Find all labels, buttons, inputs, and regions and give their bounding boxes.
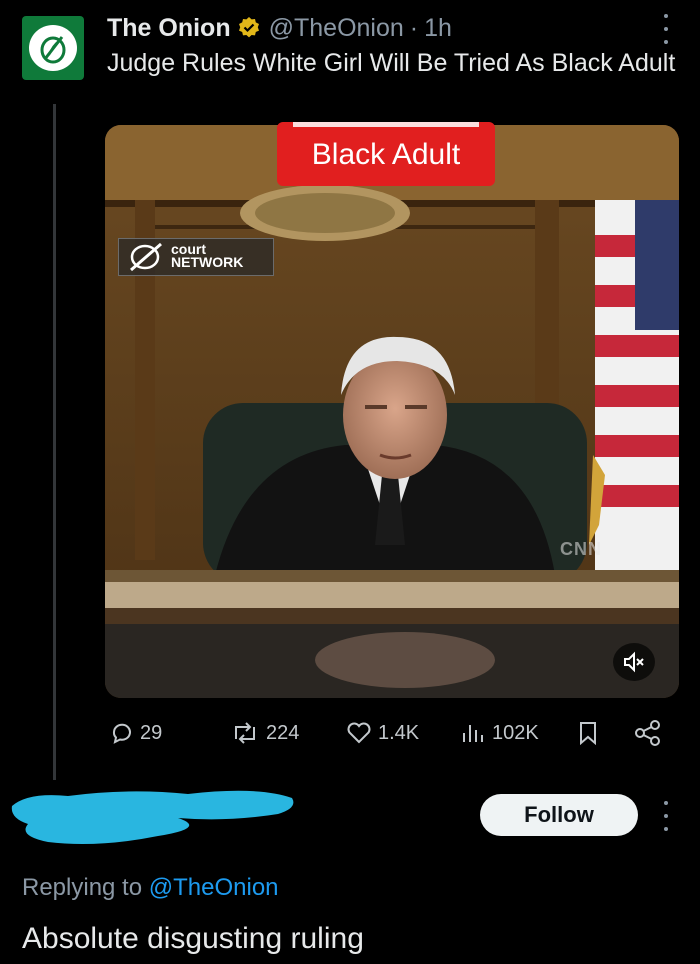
caption-text: Black Adult [311, 138, 461, 171]
repost-icon [235, 722, 255, 744]
reply-text: Absolute disgusting ruling [22, 922, 364, 955]
repost-count: 224 [266, 721, 300, 744]
mute-button[interactable] [613, 643, 655, 681]
tweet-text: Judge Rules White Girl Will Be Tried As … [107, 49, 676, 77]
separator-dot: · [409, 14, 419, 42]
verified-badge-icon [237, 16, 261, 40]
caption-banner: Black Adult [277, 122, 495, 186]
speaker-muted-icon [624, 651, 644, 673]
court-network-logo: court NETWORK [118, 238, 274, 276]
onion-logo-icon [29, 25, 77, 71]
redacted-user-info [8, 784, 298, 854]
more-options-icon[interactable] [656, 14, 676, 44]
author-name[interactable]: The Onion [107, 12, 231, 44]
views-action[interactable]: 102K [460, 721, 539, 745]
logo-word-network: NETWORK [171, 254, 244, 270]
video-player[interactable]: court NETWORK CNN [105, 125, 679, 698]
caption-cut-line [293, 122, 479, 127]
replying-prefix: Replying to [22, 874, 143, 901]
replying-handle-link[interactable]: @TheOnion [149, 874, 279, 901]
tweet-header: The Onion @TheOnion · 1h [107, 12, 452, 44]
heart-icon [347, 722, 371, 744]
thread-line [53, 104, 56, 780]
courtroom-video-frame [105, 125, 679, 698]
avatar[interactable] [22, 16, 84, 80]
replying-to: Replying to @TheOnion [22, 874, 279, 902]
cnn-watermark: CNN [560, 539, 602, 559]
like-count: 1.4K [378, 721, 420, 744]
reply-count: 29 [140, 721, 163, 744]
views-bar-chart-icon [463, 725, 483, 742]
views-count: 102K [492, 721, 539, 744]
tweet-actions: 29 224 1.4K 102K [110, 716, 670, 750]
author-handle[interactable]: @TheOnion [269, 12, 404, 44]
more-options-icon[interactable] [656, 801, 676, 831]
bookmark-icon[interactable] [578, 721, 598, 751]
share-icon[interactable] [634, 720, 662, 752]
reply-icon [112, 723, 131, 744]
timestamp[interactable]: 1h [424, 12, 452, 44]
follow-button[interactable]: Follow [480, 794, 638, 836]
like-action[interactable]: 1.4K [346, 721, 419, 745]
repost-action[interactable]: 224 [230, 721, 299, 745]
reply-action[interactable]: 29 [110, 721, 162, 745]
